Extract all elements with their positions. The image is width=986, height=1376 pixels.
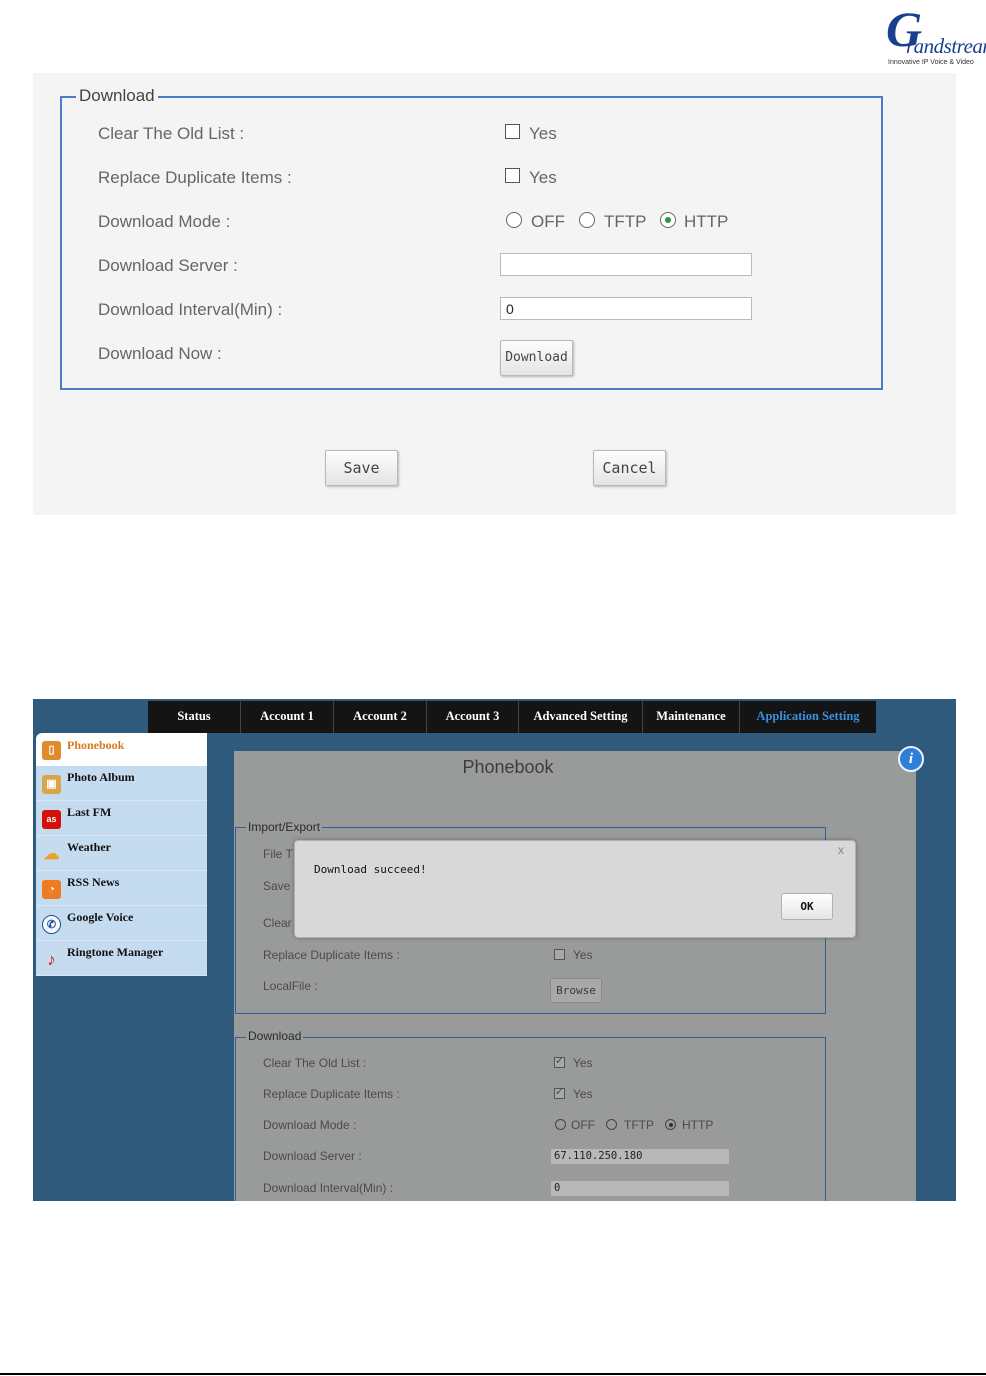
download-server-label: Download Server : — [98, 256, 238, 275]
download-mode-label: Download Mode : — [98, 212, 231, 231]
app-mode-off-radio[interactable] — [555, 1119, 566, 1130]
app-clear-label: Clear The Old List : — [263, 1056, 367, 1070]
import-export-legend: Import/Export — [246, 820, 323, 834]
sidebar-label-photo-album: Photo Album — [67, 770, 135, 784]
dialog-message: Download succeed! — [314, 863, 427, 876]
clear-old-list-yes: Yes — [529, 124, 557, 143]
ie-replace-yes: Yes — [573, 948, 593, 962]
file-type-label: File T — [263, 847, 293, 861]
nav-maintenance[interactable]: Maintenance — [643, 701, 740, 733]
nav-account-1[interactable]: Account 1 — [241, 701, 334, 733]
sidebar-item-google-voice[interactable]: ✆ Google Voice — [36, 906, 207, 941]
replace-duplicate-label: Replace Duplicate Items : — [98, 168, 292, 187]
app-replace-yes: Yes — [573, 1087, 593, 1101]
mode-tftp-label: TFTP — [604, 212, 647, 231]
mode-http-label: HTTP — [684, 212, 729, 231]
page-title: Phonebook — [462, 757, 554, 777]
sidebar-label-rss-news: RSS News — [67, 875, 120, 889]
page-bottom-rule — [0, 1373, 986, 1375]
app-mode-http-label: HTTP — [682, 1118, 714, 1132]
app-mode-off-label: OFF — [571, 1118, 595, 1132]
mode-off-radio[interactable] — [506, 212, 522, 228]
sidebar-label-google-voice: Google Voice — [67, 910, 134, 924]
ie-replace-checkbox[interactable] — [554, 949, 565, 960]
localfile-label: LocalFile : — [263, 979, 318, 993]
replace-duplicate-checkbox[interactable] — [505, 168, 520, 183]
info-icon[interactable]: i — [898, 746, 924, 772]
ok-button[interactable]: OK — [781, 893, 833, 920]
sidebar-item-phonebook[interactable]: ▯ Phonebook — [36, 733, 207, 766]
browse-button[interactable]: Browse — [550, 978, 602, 1003]
nav-application-setting[interactable]: Application Setting — [740, 701, 876, 733]
download-interval-input[interactable]: 0 — [500, 297, 752, 320]
sidebar-label-weather: Weather — [67, 840, 111, 854]
app-clear-checkbox[interactable] — [554, 1054, 565, 1068]
app-sidebar: ▯ Phonebook ▣ Photo Album as Last FM ☁ W… — [36, 733, 207, 976]
download-succeed-dialog: Download succeed! x OK — [294, 840, 856, 938]
nav-account-3[interactable]: Account 3 — [427, 701, 519, 733]
save-type-label: Save — [263, 879, 291, 893]
app-clear-yes: Yes — [573, 1056, 593, 1070]
cancel-button[interactable]: Cancel — [593, 450, 666, 486]
ie-replace-label: Replace Duplicate Items : — [263, 948, 400, 962]
top-nav-bar: Status Account 1 Account 2 Account 3 Adv… — [148, 701, 876, 733]
save-button[interactable]: Save — [325, 450, 398, 486]
app-interval-label: Download Interval(Min) : — [263, 1181, 394, 1195]
nav-account-2[interactable]: Account 2 — [334, 701, 427, 733]
sidebar-item-rss-news[interactable]: ◔ RSS News — [36, 871, 207, 906]
app-server-label: Download Server : — [263, 1149, 362, 1163]
app-replace-label: Replace Duplicate Items : — [263, 1087, 400, 1101]
download-legend: Download — [76, 86, 158, 106]
phonebook-icon: ▯ — [42, 741, 61, 760]
download-server-input[interactable] — [500, 253, 752, 276]
sidebar-label-phonebook: Phonebook — [67, 738, 125, 752]
sidebar-label-ringtone-manager: Ringtone Manager — [67, 945, 164, 959]
download-now-label: Download Now : — [98, 344, 222, 363]
clear-old-list-label: Clear The Old List : — [98, 124, 245, 143]
mode-off-label: OFF — [531, 212, 565, 231]
download-interval-label: Download Interval(Min) : — [98, 300, 283, 319]
weather-icon: ☁ — [43, 846, 60, 863]
mode-tftp-radio[interactable] — [579, 212, 595, 228]
music-note-icon: ♪ — [47, 950, 56, 969]
app-mode-http-radio[interactable] — [665, 1119, 676, 1130]
app-download-legend: Download — [246, 1029, 304, 1043]
nav-status[interactable]: Status — [148, 701, 241, 733]
app-mode-tftp-radio[interactable] — [606, 1119, 617, 1130]
close-icon[interactable]: x — [838, 843, 844, 857]
phonebook-content: Phonebook Import/Export File T Save Clea… — [234, 751, 916, 1201]
grandstream-logo: G randstream Innovative IP Voice & Video — [884, 1, 986, 70]
clear-old-list-checkbox[interactable] — [505, 124, 520, 139]
app-replace-checkbox[interactable] — [554, 1085, 565, 1099]
download-button[interactable]: Download — [500, 340, 573, 376]
app-mode-label: Download Mode : — [263, 1118, 357, 1132]
mode-http-radio[interactable] — [660, 212, 676, 228]
photo-album-icon: ▣ — [42, 775, 61, 794]
logo-word: randstream — [906, 34, 986, 58]
last-fm-icon: as — [42, 810, 61, 829]
app-interval-input[interactable]: 0 — [550, 1180, 730, 1197]
phone-icon: ✆ — [42, 915, 61, 934]
logo-tagline: Innovative IP Voice & Video — [888, 59, 974, 66]
replace-duplicate-yes: Yes — [529, 168, 557, 187]
application-setting-screen: Status Account 1 Account 2 Account 3 Adv… — [33, 699, 956, 1201]
rss-icon: ◔ — [42, 880, 61, 899]
sidebar-item-weather[interactable]: ☁ Weather — [36, 836, 207, 871]
sidebar-item-last-fm[interactable]: as Last FM — [36, 801, 207, 836]
sidebar-item-photo-album[interactable]: ▣ Photo Album — [36, 766, 207, 801]
clear-label: Clear — [263, 916, 292, 930]
sidebar-item-ringtone-manager[interactable]: ♪ Ringtone Manager — [36, 941, 207, 976]
nav-advanced-setting[interactable]: Advanced Setting — [519, 701, 643, 733]
app-mode-tftp-label: TFTP — [624, 1118, 654, 1132]
app-server-input[interactable]: 67.110.250.180 — [550, 1148, 730, 1165]
sidebar-label-last-fm: Last FM — [67, 805, 112, 819]
